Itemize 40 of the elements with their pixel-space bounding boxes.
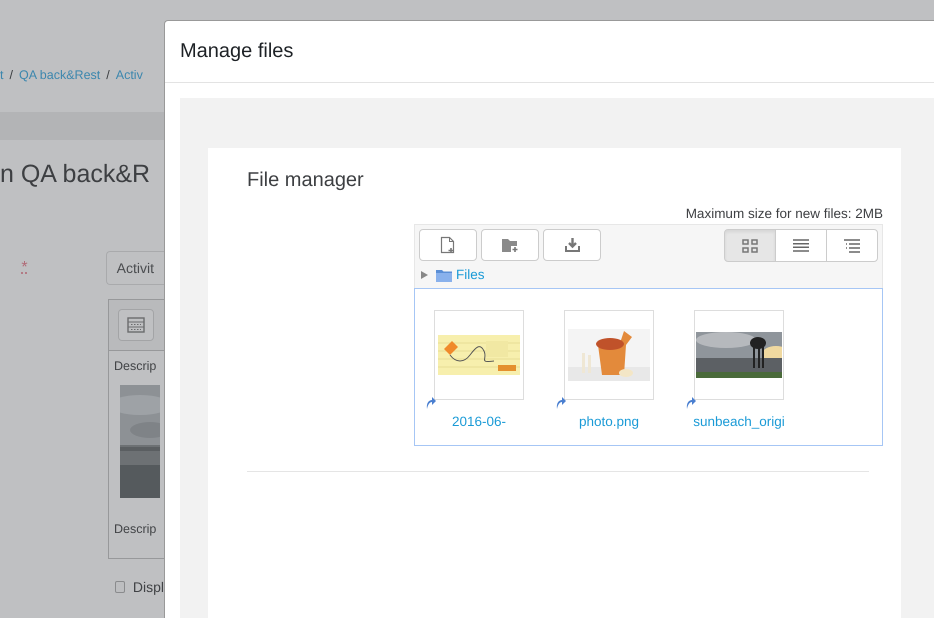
editor-text: Descrip <box>113 358 158 375</box>
toolbar-toggle-button[interactable] <box>118 308 154 340</box>
download-icon <box>564 237 580 254</box>
add-file-button[interactable] <box>419 229 477 262</box>
section-title: File manager <box>247 168 365 192</box>
file-thumbnail[interactable] <box>434 310 524 400</box>
add-folder-icon <box>501 238 519 253</box>
grid-icon <box>742 238 758 253</box>
breadcrumb-separator: / <box>106 67 110 84</box>
expand-arrow-icon[interactable] <box>421 271 428 280</box>
dialog-title: Manage files <box>180 40 294 62</box>
alias-arrow-icon <box>426 396 436 409</box>
new-folder-button[interactable] <box>481 229 539 262</box>
file-thumbnail[interactable] <box>694 310 784 400</box>
view-mode-button[interactable] <box>775 229 827 262</box>
breadcrumb-link[interactable]: QA back&Rest <box>18 66 100 85</box>
max-size-note: Maximum size for new files: 2MB <box>686 206 883 221</box>
checkbox[interactable] <box>115 581 125 593</box>
file-name-link[interactable]: sunbeach_origi <box>693 412 785 432</box>
view-mode-button[interactable] <box>826 229 878 262</box>
folder-icon <box>436 268 452 282</box>
checkbox-label: Displ <box>132 578 164 597</box>
file-name-link[interactable]: photo.png <box>578 412 640 432</box>
breadcrumb-link[interactable]: t <box>0 66 4 85</box>
download-button[interactable] <box>543 229 601 262</box>
page-heading: n QA back&R <box>0 159 152 190</box>
keyboard-icon <box>127 316 145 332</box>
alias-arrow-icon <box>686 396 696 409</box>
list-icon <box>793 239 809 252</box>
view-mode-button[interactable] <box>724 229 776 262</box>
breadcrumb-link[interactable]: Activ <box>116 66 143 85</box>
breadcrumb-separator: / <box>9 67 13 84</box>
editor-text: Descrip <box>113 521 158 538</box>
add-file-icon <box>440 236 456 254</box>
folder-link[interactable]: Files <box>456 265 485 286</box>
tree-list-icon <box>844 238 860 253</box>
required-mark: * <box>20 258 29 278</box>
alias-arrow-icon <box>556 396 566 409</box>
file-thumbnail[interactable] <box>564 310 654 400</box>
file-name-link[interactable]: 2016-06- <box>452 412 506 432</box>
